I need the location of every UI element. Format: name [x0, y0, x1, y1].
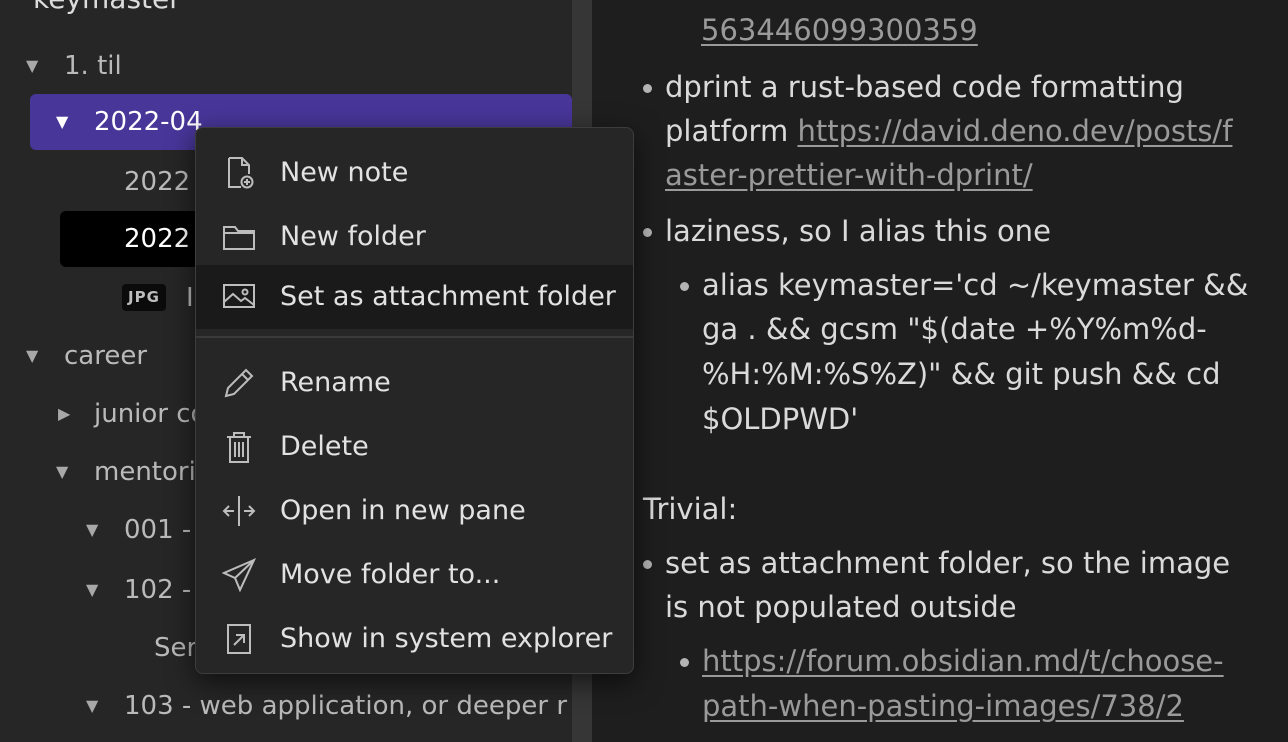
chevron-right-icon: ▶	[58, 404, 71, 423]
context-menu: New note New folder Set as attachment fo…	[195, 127, 634, 674]
menu-item-label: Open in new pane	[280, 495, 526, 526]
file-type-badge: JPG	[122, 284, 166, 311]
list-text-line2: platform https://david.deno.dev/posts/f	[665, 109, 1232, 153]
menu-item-label: New note	[280, 157, 409, 188]
bullet-point	[643, 228, 652, 237]
split-pane-icon	[222, 496, 256, 526]
chevron-down-icon: ▼	[86, 696, 99, 715]
menu-item-label: Move folder to...	[280, 559, 501, 590]
link-tail[interactable]: 563446099300359	[701, 8, 978, 52]
list-text: set as attachment folder, so the image	[665, 546, 1231, 580]
tree-item-label: 2022-04	[94, 107, 203, 137]
menu-item-new-folder[interactable]: New folder	[196, 205, 633, 269]
forum-link-cont[interactable]: path-when-pasting-images/738/2	[702, 684, 1184, 728]
trash-icon	[227, 432, 251, 463]
send-icon	[222, 558, 256, 592]
sub-bullet-point	[680, 658, 689, 667]
chevron-down-icon: ▼	[26, 346, 39, 365]
tree-item-label: 103 - web application, or deeper r	[124, 691, 568, 721]
menu-item-move-folder[interactable]: Move folder to...	[196, 543, 633, 607]
tree-item-label: 2022	[124, 224, 191, 254]
list-text: laziness, so I alias this one	[665, 214, 1051, 248]
tree-item-label: 102 -	[124, 575, 192, 605]
tree-item-label: I	[186, 283, 194, 313]
tree-item-label: 001 -	[124, 515, 192, 545]
tree-item-label: 2022	[124, 167, 191, 197]
menu-item-set-attachment-folder[interactable]: Set as attachment folder	[196, 265, 633, 329]
bullet-point	[643, 560, 652, 569]
vault-title: keymaster	[33, 0, 181, 15]
menu-item-rename[interactable]: Rename	[196, 351, 633, 415]
code-line: ga . && gcsm "$(date +%Y%m%d-	[702, 312, 1207, 346]
dprint-link-cont[interactable]: aster-prettier-with-dprint/	[665, 153, 1033, 197]
chevron-down-icon: ▼	[26, 56, 39, 75]
tree-folder-103[interactable]: ▼ 103 - web application, or deeper r	[0, 678, 572, 734]
menu-item-new-note[interactable]: New note	[196, 141, 633, 205]
code-line: %H:%M:%S%Z)" && git push && cd	[702, 357, 1221, 391]
menu-item-label: Delete	[280, 431, 369, 462]
chevron-down-icon: ▼	[86, 580, 99, 599]
new-note-icon	[228, 157, 254, 189]
tree-item-label: 1. til	[64, 51, 122, 81]
list-text: is not populated outside	[665, 590, 1017, 624]
menu-item-label: Set as attachment folder	[280, 281, 616, 312]
dprint-link[interactable]: https://david.deno.dev/posts/f	[797, 114, 1232, 148]
tree-folder-til[interactable]: ▼ 1. til	[0, 38, 572, 94]
code-line: $OLDPWD'	[702, 402, 859, 436]
tree-item-label: junior co	[94, 399, 207, 429]
forum-link[interactable]: https://forum.obsidian.md/t/choose-	[702, 639, 1224, 683]
sub-bullet-point	[680, 282, 689, 291]
folder-icon	[223, 226, 255, 250]
chevron-down-icon: ▼	[56, 462, 69, 481]
menu-item-label: Rename	[280, 367, 391, 398]
menu-separator	[196, 336, 633, 338]
pencil-icon	[224, 368, 254, 398]
section-heading: Trivial:	[643, 492, 738, 526]
tree-item-label: mentori	[94, 457, 196, 487]
menu-item-open-new-pane[interactable]: Open in new pane	[196, 479, 633, 543]
chevron-down-icon: ▼	[86, 520, 99, 539]
list-text: platform	[665, 114, 798, 148]
menu-item-delete[interactable]: Delete	[196, 415, 633, 479]
tree-item-label: Ser	[154, 633, 198, 663]
menu-item-show-in-explorer[interactable]: Show in system explorer	[196, 607, 633, 671]
menu-item-label: New folder	[280, 221, 426, 252]
image-icon	[223, 284, 255, 308]
external-link-icon	[227, 624, 251, 654]
bullet-point	[643, 84, 652, 93]
note-editor[interactable]: ​ 563446099300359 dprint a rust-based co…	[592, 0, 1288, 742]
code-line: alias keymaster='cd ~/keymaster &&	[702, 268, 1249, 302]
menu-item-label: Show in system explorer	[280, 623, 613, 654]
list-text: dprint a rust-based code formatting	[665, 70, 1184, 104]
chevron-down-icon: ▼	[56, 112, 69, 131]
tree-item-label: career	[64, 341, 148, 371]
